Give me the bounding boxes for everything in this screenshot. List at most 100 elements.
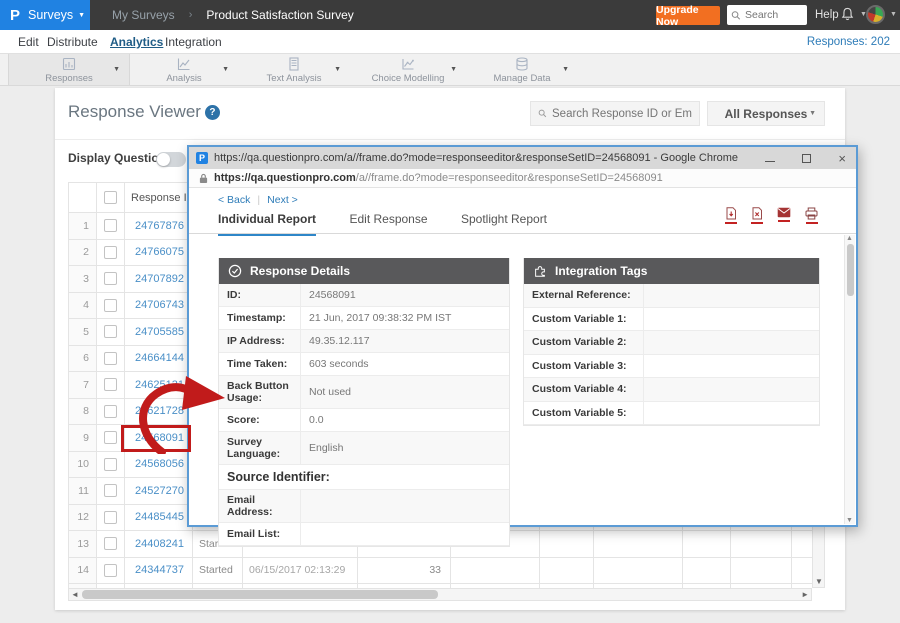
toolbar-text-analysis[interactable]: Text Analysis ▼ [238,54,350,85]
response-search-input[interactable] [552,108,692,120]
account-menu[interactable]: ▼ [866,5,897,24]
horizontal-scrollbar[interactable]: ◄ ► [68,588,812,601]
close-icon[interactable]: × [838,154,846,163]
nav-item-distribute[interactable]: Distribute [47,35,98,49]
nav-item-integration[interactable]: Integration [165,35,222,49]
scroll-up-icon[interactable]: ▲ [846,235,853,242]
check-circle-icon [228,264,242,278]
response-id-link[interactable]: 24705585 [125,319,193,346]
chevron-down-icon: ▼ [78,12,85,19]
help-link[interactable]: Help [815,9,839,21]
response-id-link[interactable]: 24568056 [125,451,193,478]
page-title: Response Viewer? [68,102,220,122]
row-checkbox[interactable] [104,431,117,444]
row-checkbox[interactable] [104,484,117,497]
toolbar-analysis[interactable]: Analysis ▼ [130,54,238,85]
display-questions-toggle[interactable] [156,152,186,167]
integration-tags-panel: Integration Tags External Reference: Cus… [523,258,820,426]
email-report-button[interactable] [777,207,791,224]
pdf-download-icon [725,207,737,220]
help-icon[interactable]: ? [205,105,220,120]
toolbar-choice-modelling[interactable]: Choice Modelling ▼ [350,54,466,85]
toolbar-manage-data[interactable]: Manage Data ▼ [466,54,578,85]
popup-vertical-scrollbar[interactable]: ▲ ▼ [844,235,855,524]
export-actions [725,207,818,224]
annotation-arrow-icon [128,362,240,454]
row-checkbox[interactable] [104,219,117,232]
response-id-link[interactable]: 24408241 [125,531,193,558]
chevron-down-icon[interactable]: ▼ [334,66,341,73]
detail-row: IP Address:49.35.12.117 [219,330,509,353]
response-id-link[interactable]: 24707892 [125,266,193,293]
chevron-down-icon[interactable]: ▼ [562,66,569,73]
popup-scroll-thumb[interactable] [847,244,854,296]
choice-modelling-icon [400,56,416,72]
response-id-header[interactable]: Response ID [131,192,193,204]
minimize-icon[interactable] [765,154,775,162]
responses-filter-dropdown[interactable]: All Responses ▼ [707,101,825,126]
response-id-link[interactable]: 24527270 [125,478,193,505]
response-search[interactable] [530,101,700,126]
row-checkbox[interactable] [104,564,117,577]
row-checkbox[interactable] [104,458,117,471]
bell-icon [840,6,855,22]
global-search-input[interactable] [745,9,803,21]
row-checkbox[interactable] [104,272,117,285]
nav-item-analytics[interactable]: Analytics [110,35,163,49]
responses-count[interactable]: Responses: 202 [807,36,890,48]
next-link[interactable]: Next > [267,194,298,206]
survey-nav: Edit Distribute Analytics Integration Re… [0,30,900,53]
select-all-checkbox[interactable] [104,191,117,204]
pdf-download-button[interactable] [725,207,737,224]
toolbar-responses[interactable]: Responses ▼ [8,54,130,85]
response-id-link[interactable]: 24767876 [125,213,193,240]
breadcrumb-separator-icon: › [189,9,193,21]
excel-download-icon [751,207,763,220]
row-checkbox[interactable] [104,537,117,550]
scroll-down-icon[interactable]: ▼ [815,577,823,586]
search-icon [538,108,547,119]
global-search[interactable] [727,5,807,25]
detail-row: ID:24568091 [219,284,509,307]
excel-download-button[interactable] [751,207,763,224]
table-row[interactable]: 1424344737Started06/15/2017 02:13:2933 [69,557,813,584]
window-title-bar[interactable]: P https://qa.questionpro.com/a//frame.do… [189,147,856,169]
window-title: https://qa.questionpro.com/a//frame.do?m… [214,152,755,164]
row-checkbox[interactable] [104,246,117,259]
email-icon [777,207,791,218]
url-origin: https://qa.questionpro.com [214,172,356,184]
address-bar[interactable]: https://qa.questionpro.com/a//frame.do?m… [189,169,856,188]
toolbar-manage-data-label: Manage Data [493,74,550,84]
row-checkbox[interactable] [104,405,117,418]
notifications-menu[interactable]: ▼ [840,6,867,22]
tab-edit-response[interactable]: Edit Response [349,212,427,233]
breadcrumb-parent[interactable]: My Surveys [112,8,175,22]
response-id-link[interactable]: 24766075 [125,239,193,266]
scroll-right-icon[interactable]: ► [801,590,809,599]
row-checkbox[interactable] [104,378,117,391]
response-id-link[interactable]: 24706743 [125,292,193,319]
chevron-down-icon[interactable]: ▼ [222,66,229,73]
row-checkbox[interactable] [104,325,117,338]
product-menu[interactable]: P Surveys ▼ [0,0,90,30]
scroll-left-icon[interactable]: ◄ [71,590,79,599]
chevron-down-icon: ▼ [890,11,897,18]
detail-row: Timestamp:21 Jun, 2017 09:38:32 PM IST [219,307,509,330]
tab-spotlight-report[interactable]: Spotlight Report [461,212,547,233]
chevron-down-icon[interactable]: ▼ [113,66,120,73]
row-checkbox[interactable] [104,299,117,312]
response-id-link[interactable]: 24344737 [125,557,193,584]
print-button[interactable] [805,207,818,224]
upgrade-now-button[interactable]: Upgrade Now [656,6,720,25]
maximize-icon[interactable] [802,154,811,163]
horizontal-scroll-thumb[interactable] [82,590,438,599]
row-checkbox[interactable] [104,511,117,524]
chevron-down-icon[interactable]: ▼ [450,66,457,73]
url-path: /a//frame.do?mode=responseeditor&respons… [356,172,663,184]
back-link[interactable]: < Back [218,194,250,206]
nav-item-edit[interactable]: Edit [18,35,39,49]
scroll-down-icon[interactable]: ▼ [846,517,853,524]
response-id-link[interactable]: 24485445 [125,504,193,531]
chevron-down-icon: ▼ [809,110,816,117]
row-checkbox[interactable] [104,352,117,365]
